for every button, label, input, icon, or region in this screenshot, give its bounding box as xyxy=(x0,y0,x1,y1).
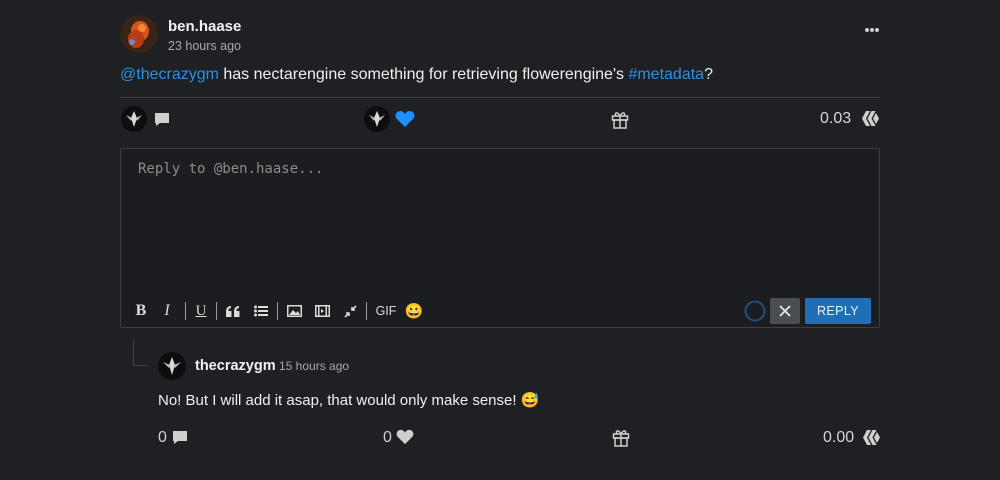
divider xyxy=(120,97,880,98)
mention-link[interactable]: @thecrazygm xyxy=(120,66,219,83)
post-timestamp[interactable]: 23 hours ago xyxy=(168,39,241,53)
image-icon[interactable] xyxy=(286,300,302,322)
reply-payout[interactable]: 0.00 xyxy=(823,429,854,447)
toolbar-separator xyxy=(216,302,217,320)
reply-editor: B I U GIF 😀 REPLY xyxy=(120,148,880,328)
bold-button[interactable]: B xyxy=(133,300,149,322)
reply-timestamp[interactable]: 15 hours ago xyxy=(279,359,349,373)
reply-like-count: 0 xyxy=(383,429,392,446)
close-icon xyxy=(779,305,791,317)
hive-icon xyxy=(861,110,880,132)
post-author-name[interactable]: ben.haase xyxy=(168,18,241,35)
video-icon[interactable] xyxy=(314,300,330,322)
hashtag-link[interactable]: #metadata xyxy=(628,66,704,83)
reply-comment-count: 0 xyxy=(158,429,167,446)
close-button[interactable] xyxy=(770,298,800,324)
post-payout[interactable]: 0.03 xyxy=(820,110,851,128)
more-dots-icon[interactable] xyxy=(864,22,880,32)
toolbar-separator xyxy=(366,302,367,320)
reply-author-name[interactable]: thecrazygm xyxy=(195,358,276,374)
comment-icon[interactable] xyxy=(172,430,188,450)
underline-button[interactable]: U xyxy=(194,300,208,322)
heart-icon[interactable] xyxy=(396,429,414,450)
comment-icon[interactable] xyxy=(154,112,170,132)
reply-button[interactable]: REPLY xyxy=(805,298,871,324)
quote-icon[interactable] xyxy=(225,300,241,322)
voter-avatar[interactable] xyxy=(121,106,147,132)
reply-author-avatar[interactable] xyxy=(158,352,186,380)
list-icon[interactable] xyxy=(253,300,269,322)
italic-button[interactable]: I xyxy=(161,300,173,322)
heart-icon[interactable] xyxy=(395,110,415,133)
reply-body: No! But I will add it asap, that would o… xyxy=(158,392,540,409)
gift-icon[interactable] xyxy=(612,428,630,452)
post-text-end: ? xyxy=(704,66,713,83)
editor-toolbar: B I U GIF 😀 xyxy=(133,300,423,322)
toolbar-separator xyxy=(277,302,278,320)
reply-input[interactable] xyxy=(136,159,865,283)
post-body: @thecrazygm has nectarengine something f… xyxy=(120,66,713,84)
collapse-icon[interactable] xyxy=(342,300,358,322)
liker-avatar[interactable] xyxy=(364,106,390,132)
toolbar-separator xyxy=(185,302,186,320)
hive-icon xyxy=(862,429,881,451)
character-progress-icon xyxy=(744,300,766,322)
post-text: has nectarengine something for retrievin… xyxy=(218,66,629,83)
author-avatar[interactable] xyxy=(120,15,158,53)
emoji-button[interactable]: 😀 xyxy=(405,300,424,322)
thread-line xyxy=(133,339,148,366)
gift-icon[interactable] xyxy=(611,110,629,134)
gif-button[interactable]: GIF xyxy=(375,300,397,322)
